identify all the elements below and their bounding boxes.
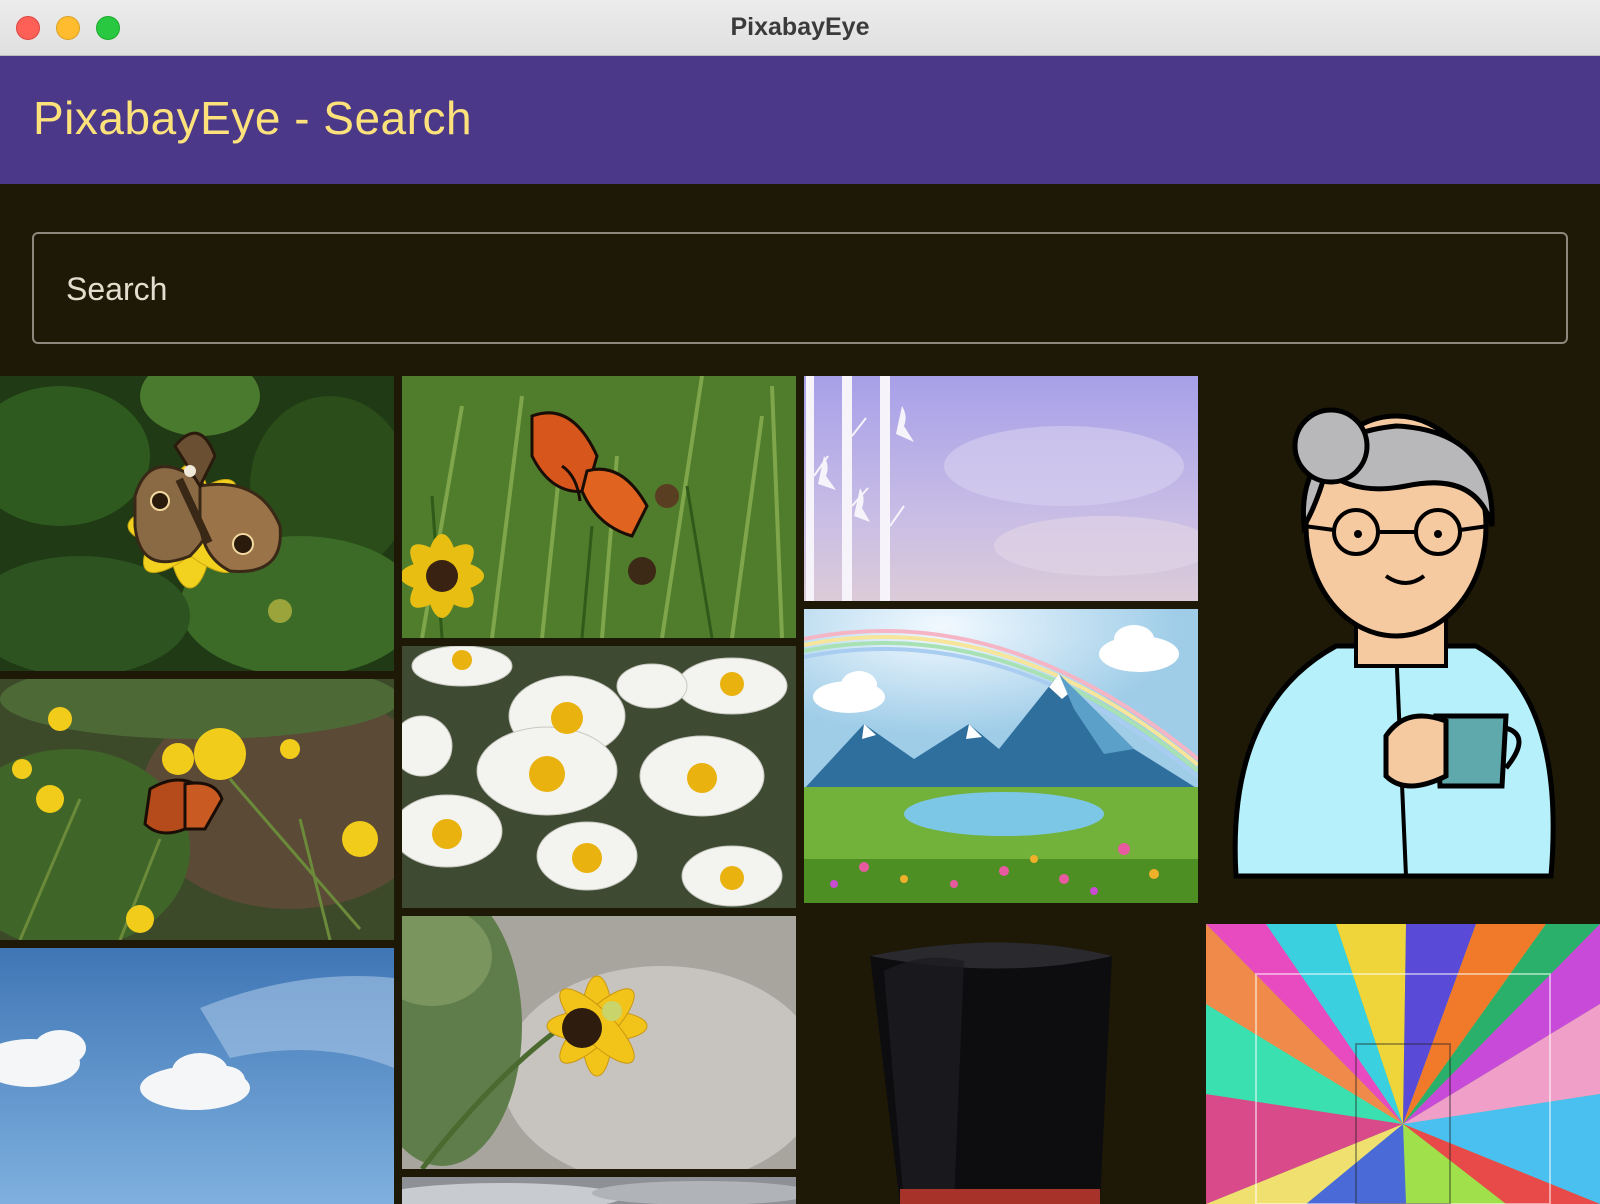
search-input[interactable]: [64, 234, 1528, 344]
image-tile-cloudy-sky[interactable]: [402, 1177, 796, 1204]
app-bar: PixabayEye - Search: [0, 56, 1600, 184]
image-tile-white-daisies[interactable]: [402, 646, 796, 908]
image-tile-grandmother[interactable]: [1206, 376, 1600, 900]
image-tile-birch-birds[interactable]: [804, 376, 1198, 601]
image-tile-triangle-mosaic[interactable]: [1206, 924, 1600, 1204]
app-window: PixabayEye PixabayEye - Search: [0, 0, 1600, 1204]
image-tile-blue-sky[interactable]: [0, 948, 394, 1204]
image-tile-top-hat[interactable]: [804, 911, 1198, 1204]
window-title: PixabayEye: [730, 13, 870, 41]
image-tile-mountain-lake[interactable]: [804, 609, 1198, 903]
image-tile-butterfly-weeds[interactable]: [0, 679, 394, 940]
image-tile-butterfly-yellow-flower[interactable]: [0, 376, 394, 671]
page-title: PixabayEye - Search: [33, 92, 473, 144]
image-tile-yellow-flower[interactable]: [402, 916, 796, 1169]
window-title-bar: PixabayEye: [0, 0, 1600, 56]
image-tile-orange-butterfly[interactable]: [402, 376, 796, 638]
search-field[interactable]: [32, 232, 1568, 344]
